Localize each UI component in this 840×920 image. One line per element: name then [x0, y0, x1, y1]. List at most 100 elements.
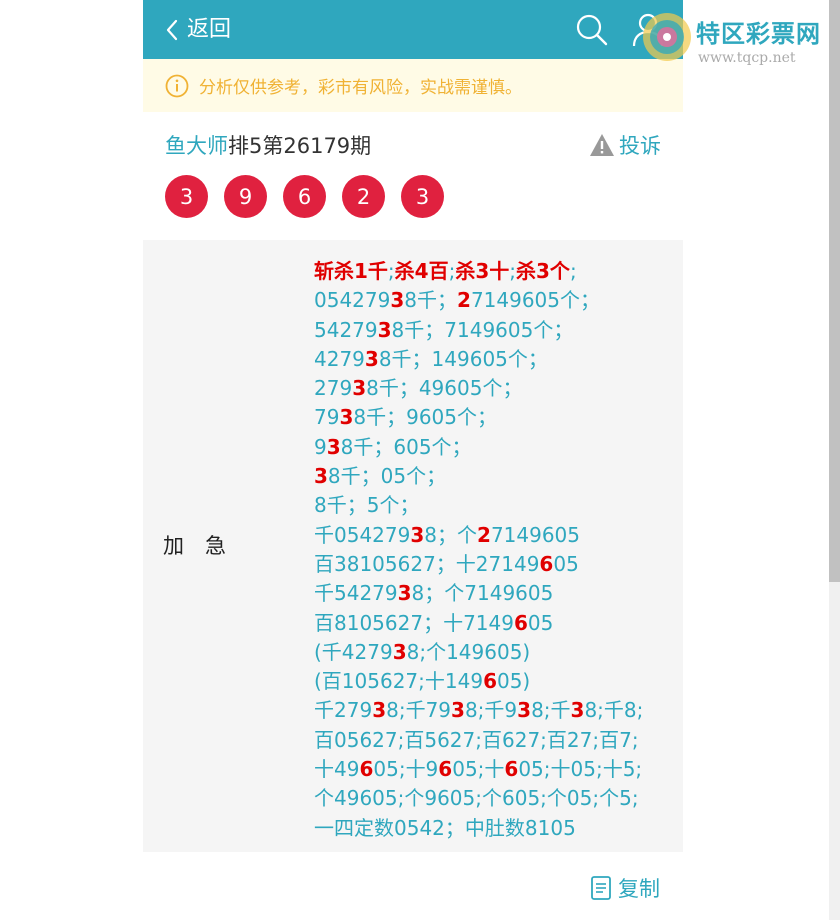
prediction-line: 千5427938；个7149605 — [314, 579, 674, 608]
highlight-digit: 6 — [504, 757, 519, 782]
line-text: 百8105627；十7149 — [314, 610, 514, 635]
line-text: 千054279 — [314, 522, 411, 547]
line-text: 4279 — [314, 346, 365, 371]
prediction-title-row: 鱼大师排5第26179期 投诉 — [165, 130, 661, 162]
highlight-digit: 3 — [397, 581, 412, 606]
watermark-brand: 特区彩票网 — [696, 20, 821, 48]
highlight-digit: 3 — [410, 522, 425, 547]
prediction-line: 百8105627；十7149605 — [314, 609, 674, 638]
highlight-digit: 3 — [390, 288, 405, 313]
highlight-digit: 6 — [438, 757, 453, 782]
prediction-line: 7938千；9605个； — [314, 403, 674, 432]
prediction-line: 千05427938；个27149605 — [314, 521, 674, 550]
app-frame: 返回 分析仅供参考，彩市有风险，实战需谨慎。 鱼大师排5第26179期 投诉 3… — [143, 0, 683, 920]
prediction-line: 05427938千；27149605个； — [314, 286, 674, 315]
line-text: 279 — [314, 376, 353, 401]
author-name[interactable]: 鱼大师 — [165, 134, 228, 158]
line-text: 7149605 — [490, 522, 581, 547]
line-text: 8千；05个； — [327, 464, 447, 489]
issue-title: 排5第26179期 — [228, 134, 372, 158]
prediction-line: 5427938千；7149605个； — [314, 316, 674, 345]
prediction-line: 938千；605个； — [314, 433, 674, 462]
prediction-line: 百38105627；十27149605 — [314, 550, 674, 579]
highlight-digit: 6 — [539, 551, 554, 576]
prediction-content-panel: 加 急 斩杀1千;杀4百;杀3十;杀3个; 05427938千；27149605… — [143, 240, 683, 852]
highlight-digit: 6 — [513, 610, 528, 635]
line-text: 8;千9 — [464, 698, 518, 723]
highlight-digit: 3 — [314, 464, 328, 489]
highlight-digit: 3 — [392, 639, 407, 664]
prediction-line: 千27938;千7938;千938;千38;千8; — [314, 696, 674, 725]
line-text: 8千；9605个； — [353, 405, 497, 430]
scrollbar-thumb[interactable] — [829, 0, 840, 582]
line-text: (百105627;十149 — [314, 669, 484, 694]
line-text: 千54279 — [314, 581, 398, 606]
kill-segment: 杀3十 — [455, 259, 510, 283]
prediction-lines: 斩杀1千;杀4百;杀3十;杀3个; 05427938千；27149605个； 54… — [314, 257, 674, 843]
line-text: 8千；149605个； — [378, 346, 548, 371]
back-button[interactable]: 返回 — [165, 14, 231, 46]
line-text: 8;个149605) — [406, 639, 531, 664]
draw-ball-4: 2 — [342, 175, 385, 218]
draw-ball-1: 3 — [165, 175, 208, 218]
line-text: (千4279 — [314, 639, 393, 664]
kill-summary-line: 斩杀1千;杀4百;杀3十;杀3个; — [314, 257, 674, 286]
draw-ball-3: 6 — [283, 175, 326, 218]
line-text: 百05627;百5627;百627;百27;百7; — [314, 727, 639, 752]
warning-icon — [590, 134, 614, 156]
line-text: 8千；5个； — [314, 493, 420, 518]
line-text: 一四定数0542；中肚数8105 — [314, 815, 576, 840]
highlight-digit: 2 — [477, 522, 491, 547]
top-nav-bar: 返回 — [143, 0, 683, 59]
copy-doc-icon — [591, 876, 611, 900]
line-text: 8；个7149605 — [411, 581, 554, 606]
line-text: 十49 — [314, 757, 360, 782]
highlight-digit: 2 — [457, 288, 471, 313]
copy-label: 复制 — [618, 877, 660, 901]
line-text: 05;十 — [452, 757, 505, 782]
kill-segment: 杀3个 — [516, 259, 570, 283]
report-label: 投诉 — [619, 134, 661, 158]
back-label: 返回 — [187, 17, 232, 42]
info-icon — [165, 74, 189, 97]
prediction-line: 一四定数0542；中肚数8105 — [314, 814, 674, 843]
line-text: 8;千8; — [584, 698, 644, 723]
prediction-line: 38千；05个； — [314, 462, 674, 491]
line-text: 05 — [553, 551, 579, 576]
draw-ball-2: 9 — [224, 175, 267, 218]
highlight-digit: 3 — [570, 698, 585, 723]
prediction-line: 百05627;百5627;百627;百27;百7; — [314, 726, 674, 755]
notice-text: 分析仅供参考，彩市有风险，实战需谨慎。 — [199, 78, 522, 98]
search-icon[interactable] — [575, 13, 609, 47]
prediction-line: (百105627;十149605) — [314, 667, 674, 696]
report-button[interactable]: 投诉 — [589, 130, 661, 160]
highlight-digit: 3 — [352, 376, 367, 401]
copy-button[interactable]: 复制 — [588, 872, 660, 904]
line-text: 7149605个； — [470, 288, 601, 313]
highlight-digit: 6 — [359, 757, 374, 782]
line-text: 千279 — [314, 698, 373, 723]
prediction-line: 个49605;个9605;个605;个05;个5; — [314, 784, 674, 813]
kill-segment: ; — [569, 259, 577, 283]
highlight-digit: 3 — [377, 317, 392, 342]
highlight-digit: 3 — [517, 698, 532, 723]
line-text: 05) — [496, 669, 531, 694]
prediction-line: 8千；5个； — [314, 491, 674, 520]
draw-ball-5: 3 — [401, 175, 444, 218]
risk-notice-bar: 分析仅供参考，彩市有风险，实战需谨慎。 — [143, 59, 683, 112]
kill-segment: ; — [387, 259, 395, 283]
line-text: 05;十9 — [373, 757, 439, 782]
line-text: 8千；49605个； — [366, 376, 523, 401]
line-text: 个49605;个9605;个605;个05;个5; — [314, 786, 639, 811]
kill-segment: ; — [509, 259, 517, 283]
line-text: 8千；7149605个； — [391, 317, 574, 342]
category-label: 加 急 — [163, 534, 226, 558]
chevron-left-icon — [166, 19, 178, 41]
page-scrollbar[interactable] — [829, 0, 840, 920]
swirl-logo-icon — [643, 13, 691, 61]
highlight-digit: 3 — [451, 698, 465, 723]
line-text: 8；个 — [424, 522, 478, 547]
line-text: 054279 — [314, 288, 391, 313]
prediction-line: (千427938;个149605) — [314, 638, 674, 667]
highlight-digit: 3 — [339, 405, 354, 430]
